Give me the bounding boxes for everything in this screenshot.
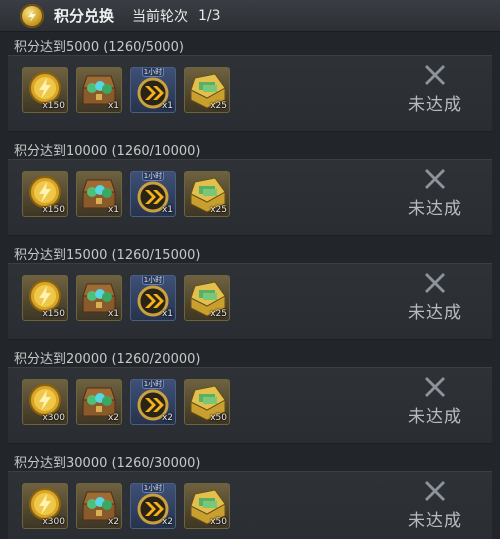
- status-text: 未达成: [408, 511, 462, 531]
- tier-status: 未达成: [400, 166, 470, 226]
- reward-gem-chest[interactable]: x1: [76, 67, 122, 113]
- reward-qty: x300: [42, 517, 65, 527]
- reward-qty: x25: [210, 205, 227, 215]
- not-achieved-x-icon: [425, 273, 445, 293]
- points-coin-icon: [20, 3, 44, 28]
- reward-gold-coin[interactable]: x300: [22, 379, 68, 425]
- reward-qty: x150: [42, 309, 65, 319]
- reward-tier: 积分达到15000 (1260/15000) x150 x1 1小时 x1 x2…: [0, 241, 500, 345]
- reward-qty: x1: [161, 309, 173, 319]
- reward-gem-chest[interactable]: x1: [76, 171, 122, 217]
- reward-cash-crate[interactable]: x25: [184, 171, 230, 217]
- tier-condition: 积分达到20000 (1260/20000): [14, 352, 201, 367]
- status-text: 未达成: [408, 199, 462, 219]
- not-achieved-x-icon: [425, 481, 445, 501]
- reward-qty: x2: [161, 413, 173, 423]
- tier-condition: 积分达到5000 (1260/5000): [14, 40, 184, 55]
- reward-gold-coin[interactable]: x150: [22, 67, 68, 113]
- not-achieved-x-icon: [425, 377, 445, 397]
- tier-status: 未达成: [400, 62, 470, 122]
- reward-tier: 积分达到20000 (1260/20000) x300 x2 1小时 x2 x5…: [0, 345, 500, 449]
- reward-tag: 1小时: [142, 68, 164, 77]
- reward-speedup[interactable]: 1小时 x1: [130, 275, 176, 321]
- reward-speedup[interactable]: 1小时 x1: [130, 67, 176, 113]
- reward-tag: 1小时: [142, 380, 164, 389]
- reward-qty: x1: [107, 309, 119, 319]
- tier-condition: 积分达到15000 (1260/15000): [14, 248, 201, 263]
- tier-panel: x150 x1 1小时 x1 x25 未达成: [8, 263, 492, 340]
- header-bar: 积分兑换 当前轮次 1/3: [0, 0, 500, 32]
- tier-status: 未达成: [400, 478, 470, 538]
- reward-qty: x50: [210, 413, 227, 423]
- round-label: 当前轮次: [132, 8, 189, 25]
- reward-tier: 积分达到30000 (1260/30000) x300 x2 1小时 x2 x5…: [0, 449, 500, 539]
- page-title: 积分兑换: [54, 7, 115, 25]
- status-text: 未达成: [408, 95, 462, 115]
- not-achieved-x-icon: [425, 169, 445, 189]
- reward-cash-crate[interactable]: x50: [184, 483, 230, 529]
- reward-gem-chest[interactable]: x2: [76, 379, 122, 425]
- tier-panel: x150 x1 1小时 x1 x25 未达成: [8, 159, 492, 236]
- reward-speedup[interactable]: 1小时 x1: [130, 171, 176, 217]
- tier-condition: 积分达到30000 (1260/30000): [14, 456, 201, 471]
- status-text: 未达成: [408, 407, 462, 427]
- not-achieved-x-icon: [425, 65, 445, 85]
- reward-qty: x1: [161, 101, 173, 111]
- reward-tier: 积分达到10000 (1260/10000) x150 x1 1小时 x1 x2…: [0, 137, 500, 241]
- reward-qty: x25: [210, 101, 227, 111]
- reward-qty: x1: [107, 205, 119, 215]
- reward-qty: x25: [210, 309, 227, 319]
- reward-cash-crate[interactable]: x50: [184, 379, 230, 425]
- reward-tag: 1小时: [142, 484, 164, 493]
- reward-gem-chest[interactable]: x1: [76, 275, 122, 321]
- tier-status: 未达成: [400, 374, 470, 434]
- reward-qty: x1: [161, 205, 173, 215]
- tier-panel: x300 x2 1小时 x2 x50 未达成: [8, 471, 492, 539]
- tier-panel: x150 x1 1小时 x1 x25 未达成: [8, 55, 492, 132]
- tier-condition: 积分达到10000 (1260/10000): [14, 144, 201, 159]
- round-value: 1/3: [198, 7, 221, 24]
- reward-gold-coin[interactable]: x150: [22, 171, 68, 217]
- reward-qty: x150: [42, 205, 65, 215]
- reward-gold-coin[interactable]: x300: [22, 483, 68, 529]
- tier-panel: x300 x2 1小时 x2 x50 未达成: [8, 367, 492, 444]
- reward-cash-crate[interactable]: x25: [184, 275, 230, 321]
- reward-qty: x50: [210, 517, 227, 527]
- reward-qty: x2: [161, 517, 173, 527]
- reward-qty: x150: [42, 101, 65, 111]
- reward-tag: 1小时: [142, 276, 164, 285]
- reward-tier: 积分达到5000 (1260/5000) x150 x1 1小时 x1 x25 …: [0, 33, 500, 137]
- reward-speedup[interactable]: 1小时 x2: [130, 483, 176, 529]
- reward-speedup[interactable]: 1小时 x2: [130, 379, 176, 425]
- reward-tag: 1小时: [142, 172, 164, 181]
- tier-status: 未达成: [400, 270, 470, 330]
- reward-cash-crate[interactable]: x25: [184, 67, 230, 113]
- reward-qty: x300: [42, 413, 65, 423]
- reward-gem-chest[interactable]: x2: [76, 483, 122, 529]
- reward-qty: x2: [107, 413, 119, 423]
- status-text: 未达成: [408, 303, 462, 323]
- reward-gold-coin[interactable]: x150: [22, 275, 68, 321]
- reward-qty: x2: [107, 517, 119, 527]
- reward-qty: x1: [107, 101, 119, 111]
